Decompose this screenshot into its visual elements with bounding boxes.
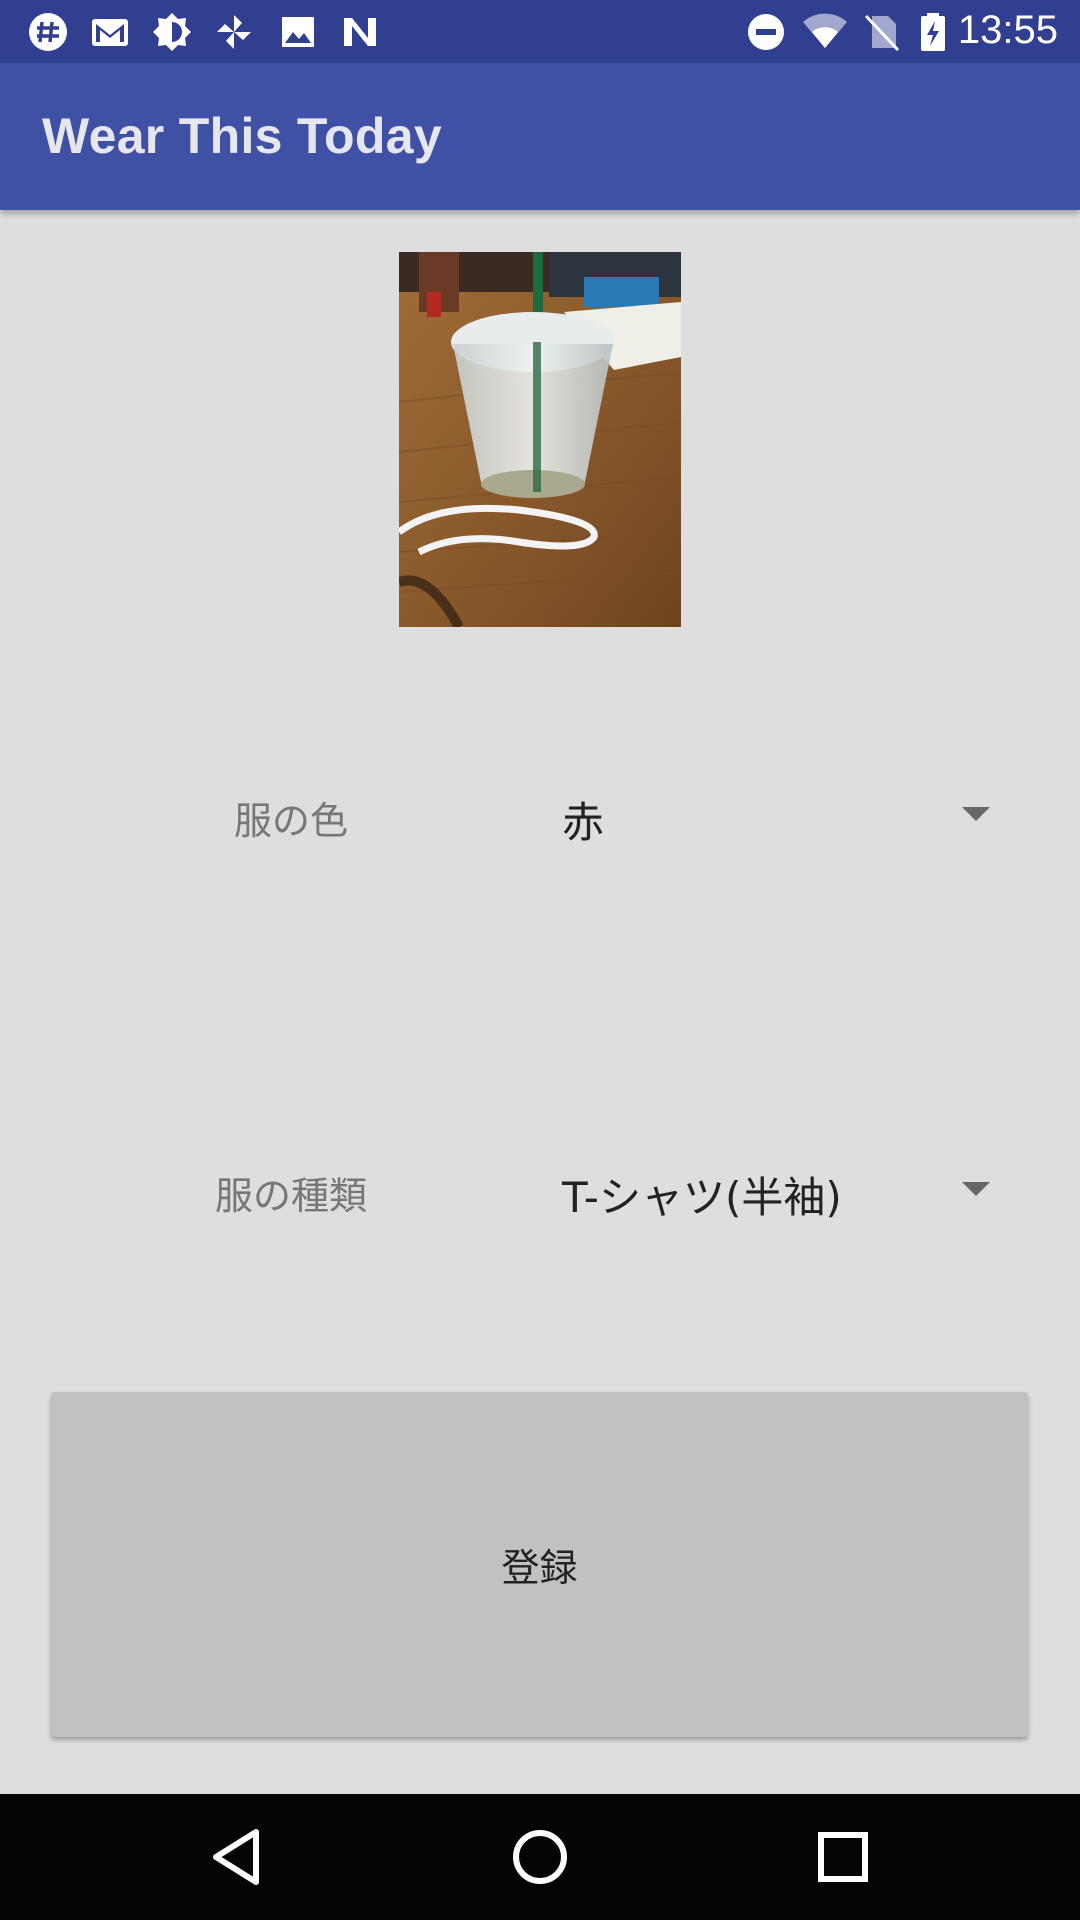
pinwheel-icon — [217, 15, 251, 49]
status-time: 13:55 — [957, 8, 1058, 52]
type-label: 服の種類 — [214, 1174, 367, 1218]
wifi-icon — [803, 13, 847, 49]
image-icon — [282, 17, 314, 47]
home-icon[interactable] — [507, 1824, 573, 1890]
color-label: 服の色 — [233, 799, 348, 843]
dropdown-arrow-icon — [962, 1182, 990, 1196]
app-title: Wear This Today — [42, 108, 442, 164]
back-icon[interactable] — [204, 1824, 270, 1890]
color-spinner-value: 赤 — [562, 798, 605, 847]
battery-charging-icon — [921, 13, 945, 51]
status-bar: 13:55 — [0, 0, 1080, 63]
no-sim-icon — [864, 14, 900, 52]
type-spinner-value: T-シャツ(半袖) — [562, 1173, 842, 1222]
do-not-disturb-icon — [748, 14, 784, 50]
type-spinner[interactable]: T-シャツ(半袖) — [540, 1140, 1000, 1240]
register-button[interactable]: 登録 — [51, 1392, 1028, 1737]
navigation-bar — [0, 1794, 1080, 1920]
color-spinner[interactable]: 赤 — [540, 765, 1000, 865]
recents-icon[interactable] — [810, 1824, 876, 1890]
cup-photo-image — [399, 252, 681, 627]
brightness-icon — [153, 13, 191, 51]
clothing-photo — [399, 252, 681, 627]
register-button-label: 登録 — [501, 1546, 578, 1590]
gmail-icon — [92, 19, 128, 46]
slack-icon — [29, 13, 67, 51]
dropdown-arrow-icon — [962, 807, 990, 821]
app-bar: Wear This Today — [0, 63, 1080, 210]
n-icon — [344, 18, 376, 46]
